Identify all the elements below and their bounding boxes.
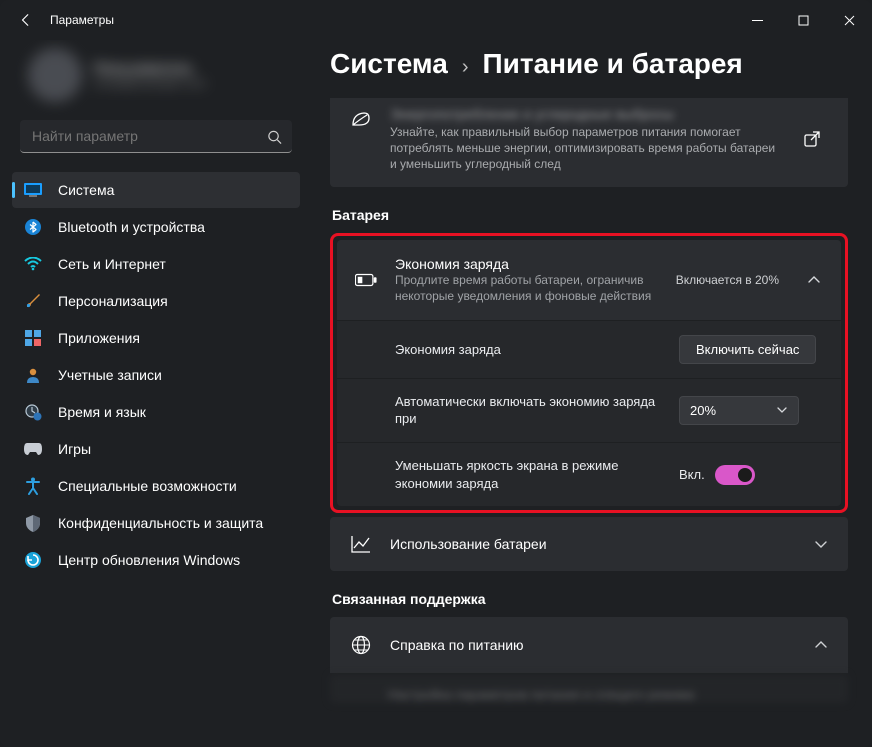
- sidebar-item-label: Приложения: [58, 330, 140, 346]
- profile-name: Пользователь: [94, 60, 206, 76]
- battery-saver-header[interactable]: Экономия заряда Продлите время работы ба…: [337, 240, 841, 320]
- battery-saver-row-auto: Автоматически включать экономию заряда п…: [337, 378, 841, 442]
- sidebar: Пользователь email@example.com Система: [0, 40, 312, 747]
- energy-card[interactable]: Энергопотребление и углеродные выбросы У…: [330, 98, 848, 187]
- breadcrumb-parent[interactable]: Система: [330, 48, 448, 80]
- window-title: Параметры: [50, 13, 114, 27]
- battery-saver-title: Экономия заряда: [395, 256, 658, 272]
- breadcrumb: Система › Питание и батарея: [330, 40, 848, 98]
- nav-list: Система Bluetooth и устройства Сеть и Ин…: [6, 167, 306, 747]
- breadcrumb-separator: ›: [462, 56, 469, 79]
- sidebar-item-accessibility[interactable]: Специальные возможности: [12, 468, 300, 504]
- brightness-toggle[interactable]: [715, 465, 755, 485]
- search-icon: [267, 129, 282, 144]
- main-content: Система › Питание и батарея Энергопотреб…: [312, 40, 872, 747]
- minimize-button[interactable]: [734, 0, 780, 40]
- sidebar-item-label: Специальные возможности: [58, 478, 237, 494]
- section-related-title: Связанная поддержка: [332, 591, 848, 607]
- profile-block[interactable]: Пользователь email@example.com: [6, 40, 306, 116]
- battery-saver-icon: [355, 272, 377, 288]
- leaf-icon: [350, 106, 372, 128]
- chevron-up-icon: [814, 638, 828, 652]
- power-help-expander[interactable]: Справка по питанию: [330, 617, 848, 673]
- sidebar-item-gaming[interactable]: Игры: [12, 431, 300, 467]
- gamepad-icon: [24, 440, 42, 458]
- maximize-button[interactable]: [780, 0, 826, 40]
- power-help-label: Справка по питанию: [390, 637, 796, 653]
- wifi-icon: [24, 255, 42, 273]
- breadcrumb-current: Питание и батарея: [483, 48, 743, 80]
- turn-on-now-button[interactable]: Включить сейчас: [679, 335, 816, 364]
- close-button[interactable]: [826, 0, 872, 40]
- sidebar-item-personalization[interactable]: Персонализация: [12, 283, 300, 319]
- highlight-box: Экономия заряда Продлите время работы ба…: [330, 233, 848, 514]
- sidebar-item-label: Игры: [58, 441, 91, 457]
- sidebar-item-network[interactable]: Сеть и Интернет: [12, 246, 300, 282]
- titlebar: Параметры: [0, 0, 872, 40]
- battery-saver-sub-list: Экономия заряда Включить сейчас Автомати…: [337, 320, 841, 506]
- chevron-up-icon: [807, 273, 823, 287]
- sidebar-item-label: Bluetooth и устройства: [58, 219, 205, 235]
- sidebar-item-system[interactable]: Система: [12, 172, 300, 208]
- row-label: Уменьшать яркость экрана в режиме эконом…: [395, 457, 665, 492]
- accessibility-icon: [24, 477, 42, 495]
- search-input[interactable]: [20, 120, 292, 153]
- sidebar-item-label: Центр обновления Windows: [58, 552, 240, 568]
- row-label: Автоматически включать экономию заряда п…: [395, 393, 665, 428]
- update-icon: [24, 551, 42, 569]
- sidebar-item-label: Учетные записи: [58, 367, 162, 383]
- battery-saver-desc: Продлите время работы батареи, ограничив…: [395, 272, 658, 304]
- sidebar-item-label: Персонализация: [58, 293, 168, 309]
- clock-globe-icon: [24, 403, 42, 421]
- sidebar-item-time-language[interactable]: Время и язык: [12, 394, 300, 430]
- dropdown-value: 20%: [690, 403, 716, 418]
- row-label: Экономия заряда: [395, 341, 665, 359]
- open-external-icon[interactable]: [796, 131, 828, 147]
- chevron-down-icon: [776, 404, 788, 416]
- battery-saver-row-now: Экономия заряда Включить сейчас: [337, 320, 841, 378]
- globe-help-icon: [350, 635, 372, 655]
- energy-card-title: Энергопотребление и углеродные выбросы: [390, 106, 778, 122]
- sidebar-item-label: Сеть и Интернет: [58, 256, 166, 272]
- battery-usage-expander[interactable]: Использование батареи: [330, 517, 848, 571]
- sidebar-item-windows-update[interactable]: Центр обновления Windows: [12, 542, 300, 578]
- battery-saver-row-brightness: Уменьшать яркость экрана в режиме эконом…: [337, 442, 841, 506]
- section-battery-title: Батарея: [332, 207, 848, 223]
- search-box[interactable]: [20, 120, 292, 153]
- apps-icon: [24, 329, 42, 347]
- energy-card-desc: Узнайте, как правильный выбор параметров…: [390, 124, 778, 173]
- sidebar-item-label: Время и язык: [58, 404, 146, 420]
- system-icon: [24, 181, 42, 199]
- chart-icon: [350, 535, 372, 553]
- sidebar-item-label: Система: [58, 182, 114, 198]
- sidebar-item-accounts[interactable]: Учетные записи: [12, 357, 300, 393]
- sidebar-item-privacy[interactable]: Конфиденциальность и защита: [12, 505, 300, 541]
- bluetooth-icon: [24, 218, 42, 236]
- chevron-down-icon: [814, 537, 828, 551]
- back-button[interactable]: [12, 6, 40, 34]
- avatar: [28, 48, 82, 102]
- threshold-dropdown[interactable]: 20%: [679, 396, 799, 425]
- battery-usage-label: Использование батареи: [390, 536, 796, 552]
- sidebar-item-bluetooth[interactable]: Bluetooth и устройства: [12, 209, 300, 245]
- sidebar-item-apps[interactable]: Приложения: [12, 320, 300, 356]
- cut-bottom-row: Настройка параметров питания и спящего р…: [330, 675, 848, 703]
- shield-icon: [24, 514, 42, 532]
- person-icon: [24, 366, 42, 384]
- brush-icon: [24, 292, 42, 310]
- profile-email: email@example.com: [94, 76, 206, 90]
- toggle-state-label: Вкл.: [679, 467, 705, 482]
- battery-saver-status: Включается в 20%: [676, 273, 779, 287]
- sidebar-item-label: Конфиденциальность и защита: [58, 515, 263, 531]
